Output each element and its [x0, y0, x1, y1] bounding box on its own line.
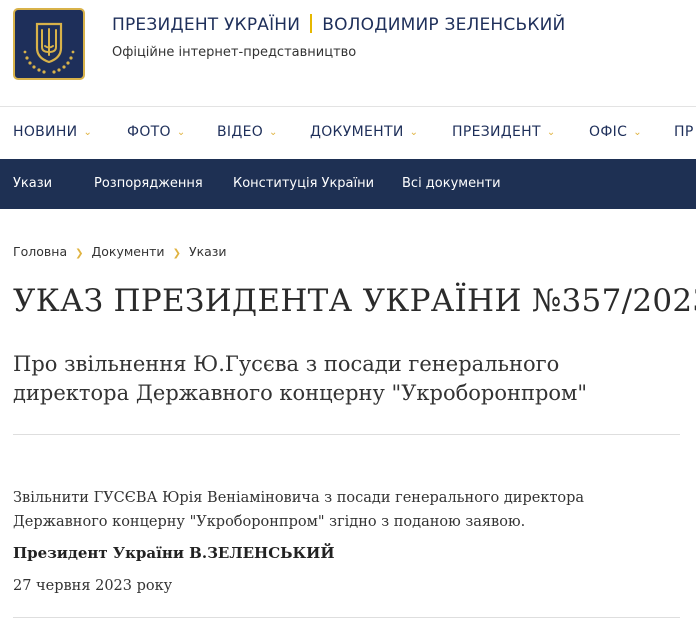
site-title-name: ВОЛОДИМИР ЗЕЛЕНСЬКИЙ	[322, 15, 566, 35]
document-body: Звільнити ГУСЄВА Юрія Веніаміновича з по…	[13, 490, 585, 530]
chevron-down-icon: ⌄	[409, 127, 419, 138]
breadcrumb-documents[interactable]: Документи	[92, 244, 165, 259]
chevron-down-icon: ⌄	[83, 127, 93, 138]
breadcrumb: Головна ❯ Документи ❯ Укази	[13, 244, 227, 259]
nav-item-label: ВІДЕО	[217, 124, 264, 140]
nav-item-president[interactable]: ПРЕЗИДЕНТ ⌄	[452, 124, 556, 140]
site-header: ПРЕЗИДЕНТ УКРАЇНИ ВОЛОДИМИР ЗЕЛЕНСЬКИЙ Оф…	[0, 0, 696, 106]
subnav-item-orders[interactable]: Розпорядження	[94, 176, 203, 191]
trident-icon	[23, 22, 75, 74]
nav-item-news[interactable]: НОВИНИ ⌄	[13, 124, 92, 140]
content-divider	[13, 434, 680, 435]
document-subtitle: Про звільнення Ю.Гусєва з посади генерал…	[13, 352, 588, 405]
site-title[interactable]: ПРЕЗИДЕНТ УКРАЇНИ ВОЛОДИМИР ЗЕЛЕНСЬКИЙ	[112, 14, 565, 35]
site-title-president: ПРЕЗИДЕНТ УКРАЇНИ	[112, 15, 301, 35]
nav-item-label: ДОКУМЕНТИ	[310, 124, 404, 140]
document-signature: Президент України В.ЗЕЛЕНСЬКИЙ	[13, 544, 335, 562]
nav-item-photo[interactable]: ФОТО ⌄	[127, 124, 186, 140]
document-date: 27 червня 2023 року	[13, 578, 173, 594]
breadcrumb-decrees[interactable]: Укази	[189, 244, 227, 259]
chevron-down-icon: ⌄	[176, 127, 186, 138]
chevron-right-icon: ❯	[75, 248, 84, 259]
main-nav: НОВИНИ ⌄ ФОТО ⌄ ВІДЕО ⌄ ДОКУМЕНТИ ⌄ ПРЕЗИДЕН…	[0, 107, 696, 159]
site-logo[interactable]	[13, 8, 85, 80]
subnav-item-decrees[interactable]: Укази	[13, 176, 52, 191]
chevron-down-icon: ⌄	[269, 127, 278, 138]
title-separator	[310, 14, 313, 33]
nav-item-label: ОФІС	[589, 124, 628, 140]
subnav-item-all-documents[interactable]: Всі документи	[402, 176, 501, 191]
nav-item-video[interactable]: ВІДЕО ⌄	[217, 124, 278, 140]
chevron-down-icon: ⌄	[633, 127, 642, 138]
nav-item-label: ПРЕЗИДЕНТ	[452, 124, 541, 140]
nav-item-documents[interactable]: ДОКУМЕНТИ ⌄	[310, 124, 418, 140]
nav-item-label: НОВИНИ	[13, 124, 78, 140]
site-subtitle: Офіційне інтернет-представництво	[112, 45, 357, 60]
nav-item-office[interactable]: ОФІС ⌄	[589, 124, 642, 140]
nav-item-label: ПР	[674, 124, 694, 140]
subnav-item-constitution[interactable]: Конституція України	[233, 176, 374, 191]
nav-item-label: ФОТО	[127, 124, 171, 140]
nav-item-more[interactable]: ПР	[674, 124, 694, 140]
documents-subnav: Укази Розпорядження Конституція України …	[0, 159, 696, 209]
page-title: УКАЗ ПРЕЗИДЕНТА УКРАЇНИ №357/2023	[13, 283, 696, 319]
breadcrumb-home[interactable]: Головна	[13, 244, 67, 259]
chevron-right-icon: ❯	[172, 248, 181, 259]
bottom-divider	[13, 617, 680, 618]
chevron-down-icon: ⌄	[546, 127, 556, 138]
